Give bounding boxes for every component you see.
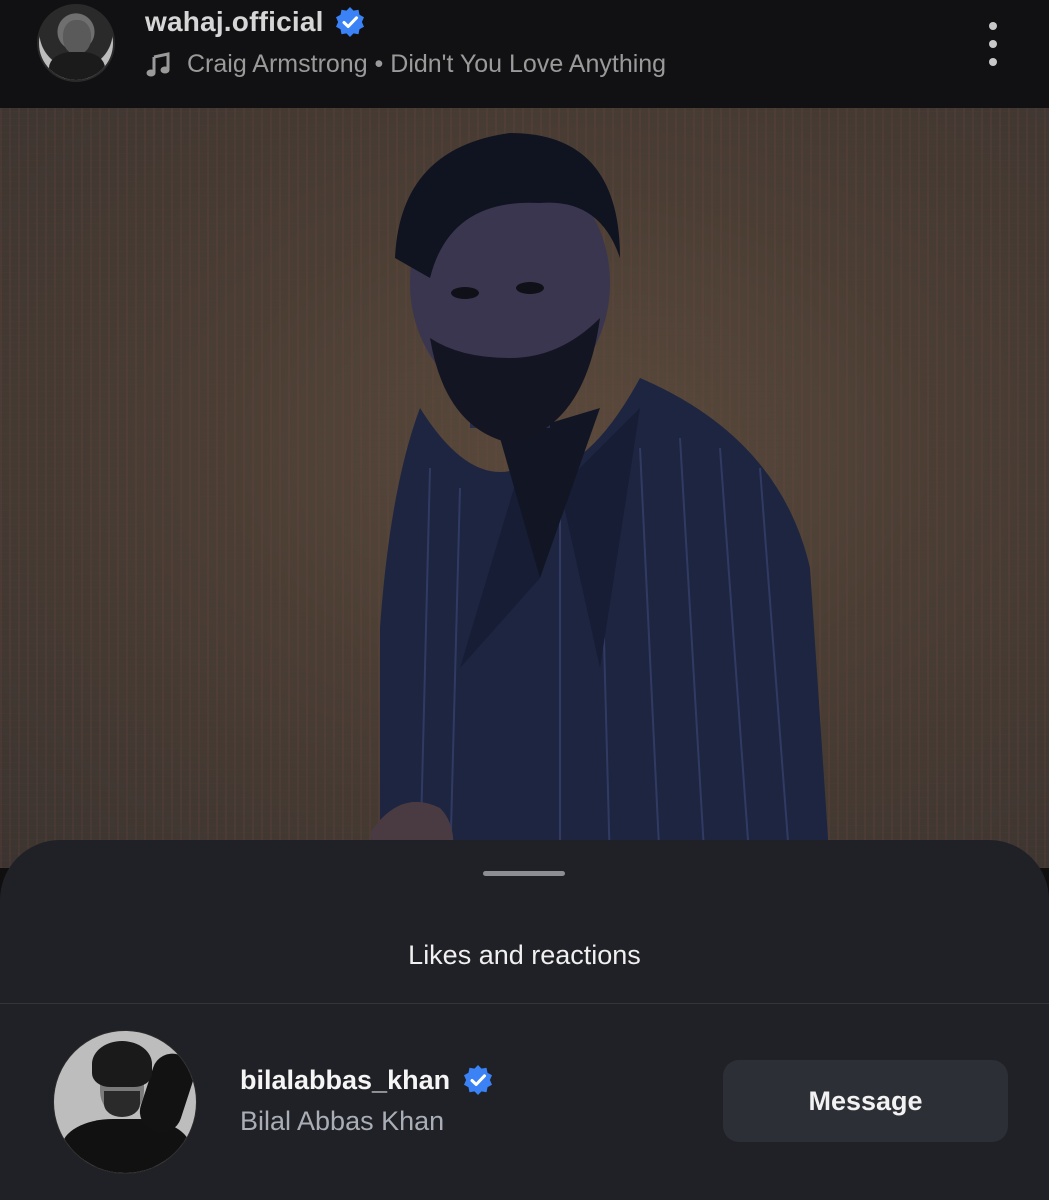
username-row[interactable]: bilalabbas_khan [240,1064,494,1096]
portrait-image [370,133,830,868]
post-header: wahaj.official Craig Armstrong • Didn't … [0,0,1049,108]
likes-bottom-sheet: Likes and reactions bilalabbas_khan Bila… [0,840,1049,1200]
post-photo[interactable] [0,108,1049,868]
music-label: Craig Armstrong • Didn't You Love Anythi… [187,50,667,78]
list-item[interactable]: bilalabbas_khan Bilal Abbas Khan Message [0,1028,1049,1178]
music-note-icon [146,51,170,76]
sheet-title: Likes and reactions [408,940,641,970]
message-button[interactable]: Message [723,1060,1008,1142]
author-username[interactable]: wahaj.official [145,6,324,38]
avatar[interactable] [53,1030,197,1174]
verified-icon [335,7,364,37]
liker-username[interactable]: bilalabbas_khan [240,1065,450,1096]
liker-full-name: Bilal Abbas Khan [240,1106,445,1136]
author-username-row[interactable]: wahaj.official [145,6,366,38]
author-avatar[interactable] [37,4,115,82]
verified-icon [464,1065,493,1095]
divider [0,1003,1049,1004]
sheet-drag-handle[interactable] [483,871,565,876]
more-options-icon[interactable] [980,22,1006,66]
music-info[interactable]: Craig Armstrong • Didn't You Love Anythi… [145,50,666,79]
